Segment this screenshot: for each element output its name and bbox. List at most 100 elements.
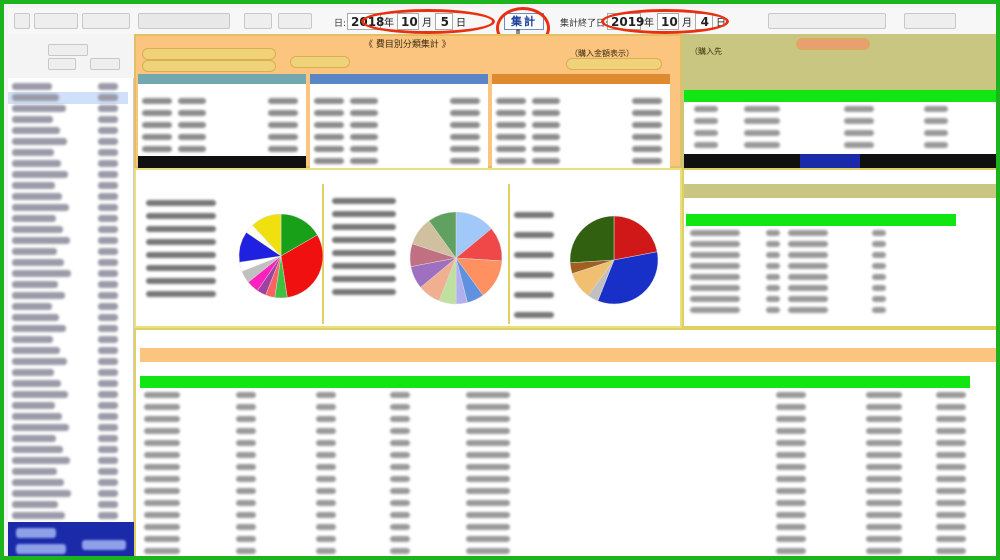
table-row-selected[interactable] [140,376,970,388]
placeholder-text [268,134,298,140]
placeholder-text [316,464,336,470]
placeholder-text [144,464,180,470]
table-3 [492,74,670,168]
placeholder-text [332,250,396,256]
placeholder-text [788,241,828,247]
pie-slice [569,215,615,264]
placeholder-text [450,146,480,152]
placeholder-text [98,446,118,453]
toolbar-button[interactable] [82,13,130,29]
placeholder-text [936,512,966,518]
placeholder-text [350,98,378,104]
placeholder-text [496,110,526,116]
placeholder-text [146,265,216,271]
placeholder-text [690,230,740,236]
placeholder-text [98,380,118,387]
placeholder-text [98,149,118,156]
placeholder-text [466,404,510,410]
app-window: 日: 2018 年 10 月 5 日 集計 集計終了日: 2019 年 10 月… [0,0,1000,560]
placeholder-text [144,392,180,398]
placeholder-text [12,270,71,277]
placeholder-text [98,336,118,343]
placeholder-text [12,292,65,299]
placeholder-text [872,296,886,302]
menu-icon[interactable] [14,13,30,29]
placeholder-text [532,146,560,152]
table-footer [138,156,306,168]
placeholder-text [936,416,966,422]
placeholder-text [98,457,118,464]
placeholder-text [12,116,53,123]
placeholder-text [98,512,118,519]
table-row-selected[interactable] [684,90,996,102]
placeholder-text [236,392,256,398]
placeholder-text [98,204,118,211]
start-date-label: 日: [334,19,347,29]
placeholder-text [314,98,344,104]
pie-chart-1 [238,213,324,299]
display-option[interactable] [566,58,662,70]
table-row-selected[interactable] [686,214,956,226]
placeholder-text [12,94,59,101]
placeholder-text [98,402,118,409]
placeholder-text [268,122,298,128]
toolbar-field[interactable] [138,13,230,29]
placeholder-text [936,476,966,482]
placeholder-text [872,230,886,236]
toolbar-button[interactable] [278,13,312,29]
placeholder-text [466,428,510,434]
placeholder-text [466,476,510,482]
filter-group[interactable] [142,60,276,72]
placeholder-text [788,274,828,280]
placeholder-text [98,237,118,244]
placeholder-text [514,292,554,298]
placeholder-text [12,149,54,156]
placeholder-text [390,404,410,410]
placeholder-text [144,548,180,554]
placeholder-text [924,106,948,112]
placeholder-text [744,118,780,124]
sidebar-button[interactable] [48,58,76,70]
placeholder-text [788,296,828,302]
sidebar-footer-label [16,528,56,538]
placeholder-text [766,307,780,313]
placeholder-text [694,142,718,148]
placeholder-text [390,488,410,494]
placeholder-text [766,296,780,302]
placeholder-text [788,252,828,258]
placeholder-text [496,98,526,104]
placeholder-text [776,536,806,542]
placeholder-text [872,307,886,313]
placeholder-text [236,548,256,554]
placeholder-text [146,226,216,232]
toolbar-button[interactable] [34,13,78,29]
placeholder-text [788,230,828,236]
filter-group[interactable] [142,48,276,60]
toolbar-button[interactable] [244,13,272,29]
vendor-tab[interactable] [796,38,870,50]
placeholder-text [12,281,58,288]
item-panel-header [684,184,996,198]
placeholder-text [12,237,70,244]
placeholder-text [514,232,554,238]
placeholder-text [146,200,216,206]
placeholder-text [236,500,256,506]
placeholder-text [350,146,378,152]
sidebar-button[interactable] [90,58,120,70]
placeholder-text [12,204,69,211]
placeholder-text [236,476,256,482]
filter-button[interactable] [290,56,350,68]
placeholder-text [144,416,180,422]
placeholder-text [12,171,68,178]
sidebar-button[interactable] [48,44,88,56]
toolbar-button[interactable] [904,13,956,29]
placeholder-text [788,263,828,269]
placeholder-text [632,146,662,152]
placeholder-text [776,524,806,530]
end-date-highlight [601,9,729,34]
placeholder-text [776,488,806,494]
panel-title: 《 費目別分類集計 》 [364,40,451,50]
placeholder-text [694,118,718,124]
toolbar-button[interactable] [768,13,886,29]
placeholder-text [450,158,480,164]
